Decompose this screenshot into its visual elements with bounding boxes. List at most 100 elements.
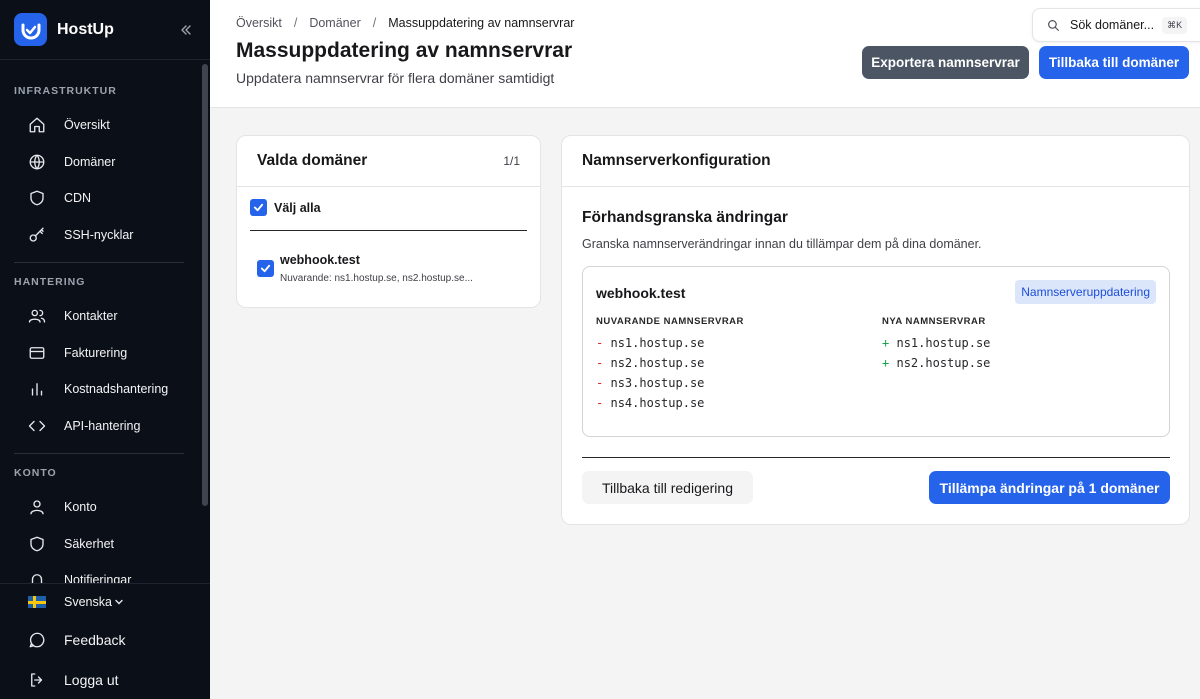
current-nameservers-list: - ns1.hostup.se - ns2.hostup.se - ns3.ho… [596,333,704,413]
domain-current-nameservers: Nuvarande: ns1.hostup.se, ns2.hostup.se.… [280,273,473,284]
plus-sign: + [882,356,890,370]
selected-domains-card: Valda domäner 1/1 Välj alla webhook.test… [236,135,541,308]
preview-description: Granska namnserverändringar innan du til… [582,237,982,251]
status-badge: Namnserveruppdatering [1015,280,1156,304]
breadcrumb-oversikt[interactable]: Översikt [236,16,282,30]
removed-nameserver: - ns3.hostup.se [596,373,704,393]
language-selector[interactable]: Svenska [0,584,210,620]
breadcrumb-current: Massuppdatering av namnservrar [388,16,575,30]
check-icon [253,203,264,212]
sidebar-item-ssh-nycklar[interactable]: SSH-nycklar [0,217,210,254]
section-infrastruktur: INFRASTRUKTUR [14,85,117,97]
sidebar-item-notifieringar[interactable]: Notifieringar [0,562,210,583]
nameserver-value: ns1.hostup.se [610,336,705,350]
check-icon [260,264,271,273]
search-icon [1048,19,1059,31]
sidebar-divider [14,262,184,263]
hostup-logo[interactable] [14,13,47,46]
collapse-sidebar-icon[interactable] [176,20,196,40]
sidebar-item-label: Notifieringar [64,573,132,583]
removed-nameserver: - ns2.hostup.se [596,353,704,373]
list-item[interactable]: webhook.test Nuvarande: ns1.hostup.se, n… [257,253,473,284]
new-nameservers-list: + ns1.hostup.se + ns2.hostup.se [882,333,990,373]
removed-nameserver: - ns4.hostup.se [596,393,704,413]
sidebar-header: HostUp [0,0,210,60]
sidebar-item-konto[interactable]: Konto [0,489,210,526]
back-to-domains-button[interactable]: Tillbaka till domäner [1039,46,1189,79]
sidebar-item-oversikt[interactable]: Översikt [0,107,210,144]
nameserver-value: ns3.hostup.se [610,376,705,390]
bar-chart-icon [31,383,43,396]
page-title: Massuppdatering av namnservrar [236,39,573,62]
chevron-down-icon [115,599,123,605]
sidebar-item-label: Konto [64,500,97,515]
logout-label: Logga ut [64,672,119,688]
export-nameservers-button[interactable]: Exportera namnservrar [862,46,1029,79]
minus-sign: - [596,336,604,350]
sidebar-item-domaner[interactable]: Domäner [0,144,210,181]
removed-nameserver: - ns1.hostup.se [596,333,704,353]
message-circle-icon [29,632,45,648]
select-all[interactable]: Välj alla [250,199,321,216]
sidebar-item-fakturering[interactable]: Fakturering [0,335,210,372]
apply-changes-button[interactable]: Tillämpa ändringar på 1 domäner [929,471,1170,504]
section-konto: KONTO [14,467,57,479]
main-content: Översikt / Domäner / Massuppdatering av … [210,0,1200,699]
nameserver-value: ns1.hostup.se [896,336,991,350]
sidebar-item-label: SSH-nycklar [64,227,134,242]
sidebar-item-kontakter[interactable]: Kontakter [0,298,210,335]
feedback-label: Feedback [64,632,126,648]
divider [250,230,527,231]
breadcrumb-separator: / [293,16,298,30]
plus-sign: + [882,336,890,350]
breadcrumb: Översikt / Domäner / Massuppdatering av … [236,16,574,30]
sidebar-item-sakerhet[interactable]: Säkerhet [0,526,210,563]
selected-count: 1/1 [503,154,520,168]
user-icon [30,500,44,515]
selected-domains-title: Valda domäner [257,152,368,169]
logout-button[interactable]: Logga ut [0,660,210,699]
users-icon [28,309,46,323]
domain-info: webhook.test Nuvarande: ns1.hostup.se, n… [280,253,473,284]
nameserver-value: ns4.hostup.se [610,396,705,410]
feedback-button[interactable]: Feedback [0,620,210,660]
back-to-edit-button[interactable]: Tillbaka till redigering [582,471,753,504]
config-header: Namnserverkonfiguration [562,136,1189,187]
added-nameserver: + ns2.hostup.se [882,353,990,373]
breadcrumb-domaner[interactable]: Domäner [309,16,360,30]
globe-icon [29,154,45,170]
shield-icon [30,536,44,552]
code-icon [28,420,46,431]
new-nameservers-header: NYA NAMNSERVRAR [882,316,986,327]
page-header: Översikt / Domäner / Massuppdatering av … [210,0,1200,108]
sidebar-nav: INFRASTRUKTUR Översikt Domäner CDN SSH-n… [0,61,210,583]
sidebar-item-label: Översikt [64,118,110,133]
swedish-flag-icon [28,596,46,608]
preview-title: Förhandsgranska ändringar [582,209,788,226]
select-all-label: Välj alla [274,200,321,215]
sidebar-scrollbar[interactable] [202,64,208,506]
select-all-checkbox[interactable] [250,199,267,216]
sidebar-footer: Svenska Feedback Logga ut [0,583,210,699]
sidebar-item-kostnadshantering[interactable]: Kostnadshantering [0,371,210,408]
domain-checkbox[interactable] [257,260,274,277]
key-icon [29,227,44,242]
sidebar-item-label: Fakturering [64,345,128,360]
sidebar-item-label: Kostnadshantering [64,382,169,397]
sidebar-item-label: Domäner [64,154,116,169]
config-title: Namnserverkonfiguration [582,152,771,169]
minus-sign: - [596,396,604,410]
preview-domain-name: webhook.test [596,285,686,301]
divider [582,457,1170,458]
shortcut-badge: ⌘K [1162,16,1188,34]
nameserver-value: ns2.hostup.se [610,356,705,370]
sidebar-item-cdn[interactable]: CDN [0,180,210,217]
selected-domains-header: Valda domäner 1/1 [237,136,540,187]
home-icon [29,117,45,133]
sidebar-item-api-hantering[interactable]: API-hantering [0,408,210,445]
section-hantering: HANTERING [14,276,86,288]
sidebar-item-label: Kontakter [64,309,118,324]
search-input[interactable]: Sök domäner... ⌘K [1032,8,1200,42]
page-subtitle: Uppdatera namnservrar för flera domäner … [236,70,555,86]
search-placeholder: Sök domäner... [1070,18,1155,32]
